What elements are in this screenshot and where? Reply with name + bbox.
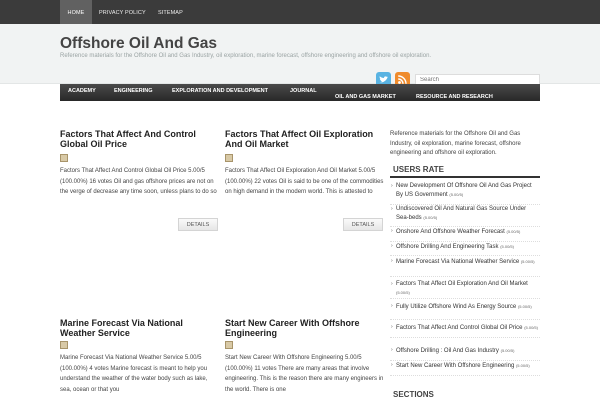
post-title[interactable]: Start New Career With Offshore Engineeri… [225, 318, 385, 338]
bullet-icon: › [391, 303, 393, 309]
list-item[interactable]: › Fully Utilize Offshore Wind As Energy … [390, 303, 540, 320]
list-item-title[interactable]: Offshore Drilling : Oil And Gas Industry [396, 348, 499, 354]
site-title[interactable]: Offshore Oil And Gas [60, 35, 217, 53]
post-excerpt: Start New Career With Offshore Engineeri… [225, 355, 384, 393]
nav-academy[interactable]: ACADEMY [68, 88, 96, 94]
top-nav-sitemap[interactable]: SITEMAP [158, 0, 183, 24]
list-item-score: (5.00/5) [506, 229, 521, 234]
details-button[interactable]: DETAILS [178, 218, 218, 231]
list-item-score: (5.00/5) [515, 363, 530, 368]
post-title[interactable]: Marine Forecast Via National Weather Ser… [60, 318, 220, 338]
top-nav-home[interactable]: HOME [60, 0, 92, 24]
bullet-icon: › [391, 258, 393, 264]
heading-underline [390, 176, 540, 178]
site-description: Reference materials for the Offshore Oil… [60, 53, 432, 59]
top-bar: HOME PRIVACY POLICY SITEMAP [0, 0, 600, 24]
sections-heading: SECTIONS [393, 390, 434, 399]
list-item[interactable]: › Offshore Drilling : Oil And Gas Indust… [390, 347, 540, 361]
list-item-title[interactable]: New Development Of Offshore Oil And Gas … [396, 183, 532, 198]
nav-journal[interactable]: JOURNAL [290, 88, 317, 94]
calendar-icon [60, 341, 68, 349]
calendar-icon [225, 154, 233, 162]
list-item-score: (5.00/5) [524, 325, 538, 330]
bullet-icon: › [391, 243, 393, 249]
bullet-icon: › [391, 183, 393, 189]
nav-engineering[interactable]: ENGINEERING [114, 88, 153, 94]
list-item-title[interactable]: Factors That Affect Oil Exploration And … [396, 281, 528, 287]
post-title[interactable]: Factors That Affect And Control Global O… [60, 129, 220, 149]
users-rate-heading: USERS RATE [393, 165, 444, 174]
list-item[interactable]: › Marine Forecast Via National Weather S… [390, 258, 540, 277]
list-item-score: (5.00/5) [520, 259, 535, 264]
nav-resource-and-research[interactable]: RESOURCE AND RESEARCH [416, 94, 493, 100]
list-item-score: (5.00/5) [449, 191, 464, 197]
bullet-icon: › [391, 347, 393, 353]
list-item-title[interactable]: Start New Career With Offshore Engineeri… [396, 363, 514, 369]
main-nav: ACADEMY ENGINEERING EXPLORATION AND DEVE… [60, 84, 540, 101]
list-item-score: (5.00/5) [500, 244, 514, 249]
list-item[interactable]: › Factors That Affect And Control Global… [390, 324, 540, 338]
bullet-icon: › [391, 362, 393, 368]
list-item-score: (5.00/5) [396, 289, 410, 295]
top-nav-privacy-policy[interactable]: PRIVACY POLICY [99, 0, 146, 24]
nav-oil-and-gas-market[interactable]: OIL AND GAS MARKET [335, 94, 396, 100]
nav-exploration-and-development[interactable]: EXPLORATION AND DEVELOPMENT [172, 88, 268, 94]
list-item-title[interactable]: Onshore And Offshore Weather Forecast [396, 229, 505, 235]
bullet-icon: › [391, 324, 393, 330]
post-excerpt: Marine Forecast Via National Weather Ser… [60, 355, 208, 393]
list-item-score: (5.00/5) [500, 348, 515, 353]
list-item[interactable]: › Start New Career With Offshore Enginee… [390, 362, 540, 376]
list-item-title[interactable]: Marine Forecast Via National Weather Ser… [396, 259, 519, 265]
sidebar-description: Reference materials for the Offshore Oil… [390, 131, 521, 156]
list-item-title[interactable]: Fully Utilize Offshore Wind As Energy So… [396, 304, 516, 310]
list-item-title[interactable]: Factors That Affect And Control Global O… [396, 325, 523, 331]
list-item-title[interactable]: Offshore Drilling And Engineering Task [396, 244, 499, 250]
post-title[interactable]: Factors That Affect Oil Exploration And … [225, 129, 385, 149]
list-item-score: (5.00/5) [517, 304, 532, 309]
bullet-icon: › [391, 206, 393, 212]
list-item[interactable]: › Offshore Drilling And Engineering Task… [390, 243, 540, 256]
list-item[interactable]: › Onshore And Offshore Weather Forecast … [390, 228, 540, 242]
details-button[interactable]: DETAILS [343, 218, 383, 231]
list-item[interactable]: › Undiscovered Oil And Natural Gas Sourc… [390, 206, 540, 227]
calendar-icon [225, 341, 233, 349]
post-excerpt: Factors That Affect Oil Exploration And … [225, 168, 384, 195]
list-item-title[interactable]: Undiscovered Oil And Natural Gas Source … [396, 206, 526, 221]
bullet-icon: › [391, 281, 393, 287]
list-item[interactable]: › Factors That Affect Oil Exploration An… [390, 281, 540, 299]
calendar-icon [60, 154, 68, 162]
list-item-score: (5.00/5) [423, 214, 438, 220]
list-item[interactable]: › New Development Of Offshore Oil And Ga… [390, 183, 540, 205]
bullet-icon: › [391, 228, 393, 234]
post-excerpt: Factors That Affect And Control Global O… [60, 168, 217, 195]
